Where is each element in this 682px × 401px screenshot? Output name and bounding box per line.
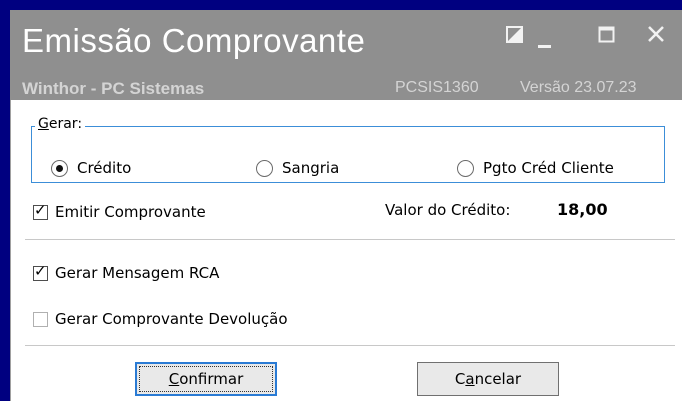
program-code: PCSIS1360 [395, 79, 479, 96]
radio-credito-label: Crédito [77, 159, 132, 177]
radio-credito[interactable]: Crédito [51, 156, 131, 180]
close-icon[interactable] [646, 24, 666, 47]
gerar-mensagem-rca-checkbox[interactable]: ✓ Gerar Mensagem RCA [33, 261, 219, 285]
radio-button[interactable] [457, 159, 474, 177]
title-bar[interactable]: Emissão Comprovante Winthor - PC Sistema… [10, 10, 682, 100]
radio-button-selected[interactable] [51, 159, 68, 177]
window-subtitle: Winthor - PC Sistemas [22, 79, 205, 98]
cancel-button[interactable]: Ca ncelar [417, 362, 559, 396]
gerar-comprovante-devolucao-checkbox[interactable]: Gerar Comprovante Devolução [33, 307, 288, 331]
gerar-comprovante-devolucao-label: Gerar Comprovante Devolução [55, 310, 288, 328]
divider [25, 239, 675, 240]
minimize-icon[interactable] [538, 38, 552, 54]
gerar-legend: Gerar: [35, 116, 86, 132]
checkbox-checked[interactable]: ✓ [33, 262, 48, 281]
valor-credito-label: Valor do Crédito: [385, 201, 511, 219]
radio-sangria-label: Sangria [282, 159, 340, 177]
dialog-body: Gerar: Crédito Sangria Pgto Créd Cliente… [10, 100, 682, 401]
checkmark-icon: ✓ [34, 200, 47, 219]
checkmark-icon: ✓ [34, 261, 47, 280]
checkbox-checked[interactable]: ✓ [33, 201, 48, 220]
dialog-window: Emissão Comprovante Winthor - PC Sistema… [0, 0, 682, 401]
gerar-mensagem-rca-label: Gerar Mensagem RCA [55, 264, 220, 282]
version-label: Versão 23.07.23 [520, 79, 637, 96]
maximize-icon[interactable] [598, 26, 616, 47]
radio-pgto-label: Pgto Créd Cliente [483, 159, 614, 177]
radio-sangria[interactable]: Sangria [256, 156, 339, 180]
emitir-comprovante-checkbox[interactable]: ✓ Emitir Comprovante [33, 200, 206, 224]
restore-icon[interactable] [506, 26, 524, 47]
divider [25, 345, 675, 346]
checkbox-unchecked[interactable] [33, 311, 48, 327]
emitir-comprovante-label: Emitir Comprovante [55, 203, 206, 221]
radio-pgto-cred-cliente[interactable]: Pgto Créd Cliente [457, 156, 614, 180]
confirm-button[interactable]: Confirmar [135, 362, 277, 396]
radio-button[interactable] [256, 159, 273, 177]
valor-credito-value: 18,00 [557, 200, 608, 219]
window-title: Emissão Comprovante [22, 22, 366, 59]
